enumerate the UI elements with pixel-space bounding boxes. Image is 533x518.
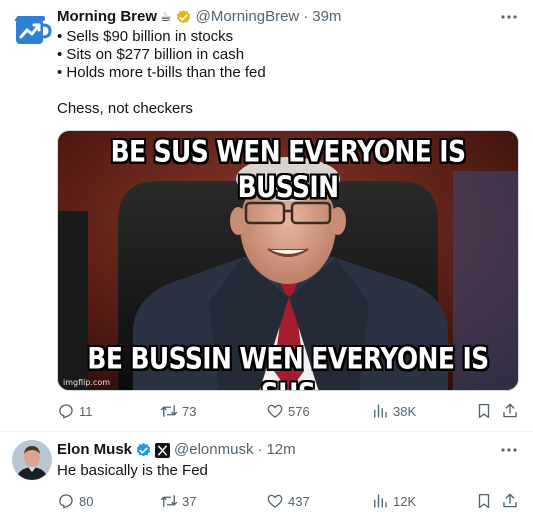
meme-top-text: BE SUS WEN EVERYONE IS BUSSIN — [110, 134, 466, 205]
retweet-button[interactable]: 73 — [160, 401, 196, 421]
imgflip-watermark: imgflip.com — [63, 378, 111, 387]
like-icon — [267, 494, 283, 508]
views-button[interactable]: 38K — [371, 401, 416, 421]
reply-count: 11 — [79, 403, 93, 419]
author-handle[interactable]: @MorningBrew — [196, 8, 300, 26]
views-icon — [374, 494, 387, 508]
like-count: 576 — [288, 403, 310, 419]
reply-count: 80 — [79, 493, 94, 509]
tweet-line: He basically is the Fed — [57, 462, 208, 479]
author-display-name[interactable]: Elon Musk — [57, 441, 132, 459]
tweet-text: He basically is the Fed — [57, 462, 208, 480]
tweet-morning-brew[interactable]: Morning Brew ☕ @MorningBrew · 39m • Sell… — [0, 0, 533, 432]
elon-musk-photo — [12, 440, 52, 480]
tweet-header: Morning Brew ☕ @MorningBrew · 39m — [57, 8, 341, 26]
gold-check-icon — [175, 9, 192, 26]
tweet-header: Elon Musk @elonmusk · 12m — [57, 441, 296, 459]
coffee-emoji: ☕ — [160, 9, 172, 24]
tweet-text: • Sells $90 billion in stocks • Sits on … — [57, 28, 266, 118]
tweet-timestamp[interactable]: 12m — [266, 441, 295, 459]
elon-musk-avatar[interactable] — [12, 440, 52, 480]
morning-brew-logo-icon — [14, 16, 52, 44]
author-display-name[interactable]: Morning Brew — [57, 8, 157, 26]
bookmark-button[interactable] — [475, 491, 493, 511]
views-count: 38K — [393, 403, 417, 419]
blue-check-icon — [135, 442, 152, 459]
tweet-media-meme[interactable]: BE SUS WEN EVERYONE IS BUSSIN BE BUSSIN … — [57, 130, 519, 391]
more-icon[interactable] — [499, 8, 519, 26]
retweet-button[interactable]: 37 — [160, 491, 196, 511]
share-button[interactable] — [501, 491, 519, 511]
retweet-count: 73 — [182, 403, 197, 419]
like-count: 437 — [288, 493, 310, 509]
author-handle[interactable]: @elonmusk — [174, 441, 253, 459]
reply-icon — [59, 404, 73, 419]
tweet-actions: 11 73 576 38K — [57, 401, 519, 421]
like-button[interactable]: 437 — [266, 491, 310, 511]
views-button[interactable]: 12K — [371, 491, 416, 511]
share-icon — [503, 493, 517, 508]
meme-bottom-text: BE BUSSIN WEN EVERYONE IS SUS — [87, 341, 489, 390]
tweet-line: • Sells $90 billion in stocks — [57, 28, 234, 45]
reply-button[interactable]: 80 — [57, 491, 93, 511]
like-icon — [267, 404, 283, 418]
separator-dot: · — [257, 441, 263, 458]
tweet-line: • Holds more t-bills than the fed — [57, 64, 266, 81]
views-icon — [374, 404, 387, 418]
share-button[interactable] — [501, 401, 519, 421]
views-count: 12K — [393, 493, 417, 509]
share-icon — [503, 403, 517, 418]
tweet-timestamp[interactable]: 39m — [312, 8, 341, 26]
tweet-line: Chess, not checkers — [57, 100, 193, 117]
bookmark-icon — [478, 493, 490, 509]
retweet-icon — [160, 405, 178, 417]
retweet-icon — [160, 495, 178, 507]
separator-dot: · — [303, 8, 309, 25]
bookmark-button[interactable] — [475, 401, 493, 421]
like-button[interactable]: 576 — [266, 401, 310, 421]
bookmark-icon — [478, 403, 490, 419]
reply-icon — [59, 494, 73, 509]
x-logo-icon[interactable] — [155, 442, 171, 458]
more-icon[interactable] — [499, 441, 519, 459]
tweet-line: • Sits on $277 billion in cash — [57, 46, 245, 63]
reply-button[interactable]: 11 — [57, 401, 93, 421]
tweet-actions: 80 37 437 12K — [57, 491, 519, 511]
retweet-count: 37 — [182, 493, 197, 509]
morning-brew-avatar[interactable] — [12, 10, 52, 50]
